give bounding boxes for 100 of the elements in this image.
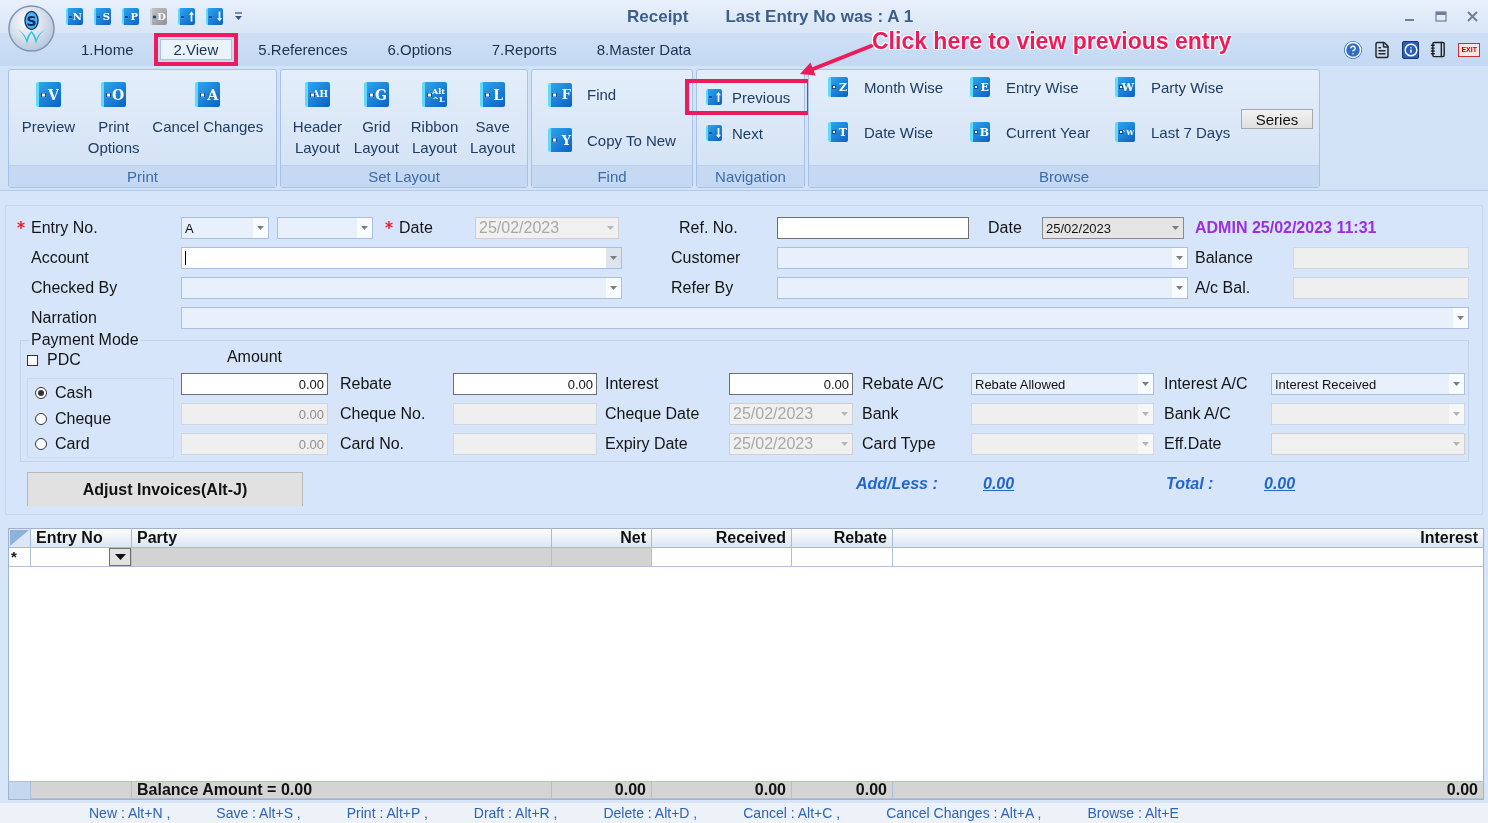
down-arrow-tile-icon[interactable] — [206, 8, 223, 25]
letter-tile-icon: Alt ^L — [422, 82, 447, 107]
dropdown-field[interactable]: A — [181, 217, 269, 239]
group-title: Find — [532, 165, 692, 187]
dropdown-arrow-icon — [257, 226, 264, 230]
letter-tile-icon: T — [828, 122, 848, 142]
shortcut-hint: Save : Alt+S , — [216, 805, 301, 821]
adjust-invoices-button[interactable]: Adjust Invoices(Alt-J) — [27, 472, 303, 506]
letter-tile-icon[interactable]: P — [122, 8, 139, 25]
dropdown-arrow-icon — [841, 442, 848, 446]
tab[interactable]: 1.Home — [61, 33, 154, 66]
dropdown-field[interactable] — [277, 217, 373, 239]
shortcut-hint: Delete : Alt+D , — [603, 805, 698, 821]
ribbon-button[interactable]: O Print Options — [87, 82, 140, 158]
radio-option[interactable]: Card — [35, 431, 90, 457]
field-label: Date — [988, 219, 1022, 237]
column-header[interactable]: Rebate — [792, 529, 893, 548]
letter-tile-icon: O — [101, 82, 127, 107]
date-field[interactable]: 25/02/2023 — [1042, 217, 1184, 239]
info-icon[interactable] — [1402, 40, 1420, 59]
letter-tile-icon[interactable]: N — [66, 8, 83, 25]
notebook-icon[interactable] — [1430, 41, 1448, 58]
ribbon-button[interactable]: L Save Layout — [470, 82, 516, 158]
letter-tile-icon[interactable]: S — [94, 8, 111, 25]
group-title: Print — [9, 165, 276, 187]
group-title: Navigation — [697, 165, 804, 187]
column-header[interactable]: Entry No — [31, 529, 132, 548]
help-icon[interactable] — [1344, 40, 1363, 59]
tab[interactable]: 7.Reports — [471, 33, 577, 66]
shortcut-hint: New : Alt+N , — [89, 805, 171, 821]
column-header[interactable]: Party — [132, 529, 552, 548]
radio-option[interactable]: Cheque — [35, 405, 112, 432]
totals-label: Total : — [1166, 475, 1215, 493]
dropdown-arrow-icon — [1176, 256, 1183, 260]
dropdown-arrow-icon — [1142, 382, 1149, 386]
letter-tile-icon: V — [35, 82, 61, 107]
dropdown-arrow-icon — [841, 412, 848, 416]
group-title: Set Layout — [281, 165, 527, 187]
letter-tile-icon: G — [363, 82, 389, 107]
column-header[interactable]: Received — [652, 529, 792, 548]
dropdown-field[interactable] — [181, 307, 1469, 329]
ribbon-button[interactable]: Z Month Wise — [828, 74, 944, 100]
input-field[interactable]: 0.00 — [181, 373, 328, 395]
dropdown-field[interactable] — [181, 277, 622, 299]
corner-triangle-icon[interactable] — [9, 529, 30, 547]
ribbon-button[interactable]: Y Copy To New — [548, 127, 676, 154]
table-cell: 0.00 — [552, 782, 652, 799]
field-label: Interest — [605, 375, 659, 393]
letter-tile-icon: E — [970, 77, 990, 97]
letter-tile-icon: F — [548, 82, 572, 107]
up-arrow-tile-icon[interactable] — [178, 8, 195, 25]
customize-dropdown-icon[interactable] — [234, 12, 243, 21]
ribbon-button[interactable]: Alt ^L Ribbon Layout — [410, 82, 459, 158]
ribbon-button[interactable]: A Cancel Changes — [152, 82, 264, 137]
input-field[interactable]: 0.00 — [729, 373, 853, 395]
field-label: Narration — [31, 309, 97, 327]
ribbon-button[interactable]: T Date Wise — [828, 119, 934, 145]
dropdown-arrow-icon — [361, 226, 368, 230]
ribbon-button[interactable]: B Current Year — [970, 119, 1091, 145]
dropdown-arrow-icon — [610, 256, 617, 260]
dropdown-field[interactable]: Interest Received — [1271, 373, 1465, 395]
field-label: Eff.Date — [1164, 435, 1222, 453]
field-label: Cheque Date — [605, 405, 700, 423]
field-label: Balance — [1195, 249, 1253, 267]
logo-icon[interactable]: S — [8, 5, 55, 52]
field-label: Rebate — [340, 375, 392, 393]
dropdown-arrow-icon — [1453, 442, 1460, 446]
ribbon-button[interactable]: W Party Wise — [1115, 74, 1224, 100]
dropdown-field[interactable] — [777, 247, 1188, 269]
ribbon-button[interactable]: V Preview — [21, 82, 76, 137]
dropdown-arrow-icon — [1172, 226, 1179, 230]
column-header[interactable]: Net — [552, 529, 652, 548]
window-title: Receipt — [627, 6, 689, 27]
dropdown-field[interactable] — [181, 247, 622, 269]
document-icon[interactable] — [1373, 40, 1392, 59]
field-label: Checked By — [31, 279, 118, 297]
ribbon-button[interactable]: G Grid Layout — [353, 82, 399, 158]
field-label: Interest A/C — [1164, 375, 1248, 393]
series-button[interactable]: Series — [1241, 109, 1313, 129]
input-field[interactable]: 0.00 — [453, 373, 597, 395]
totals-label: Add/Less : — [856, 475, 939, 493]
shortcut-hint: Browse : Alt+E — [1087, 805, 1179, 821]
tab[interactable]: 8.Master Data — [576, 33, 711, 66]
tab[interactable]: 5.References — [238, 33, 368, 66]
dropdown-button[interactable] — [109, 548, 131, 566]
input-field[interactable] — [777, 217, 969, 239]
dropdown-field[interactable]: Rebate Allowed — [971, 373, 1154, 395]
radio-option[interactable]: Cash — [35, 380, 93, 406]
totals-value: 0.00 — [1264, 475, 1296, 492]
dropdown-field[interactable] — [777, 277, 1188, 299]
field-label: Customer — [671, 249, 741, 267]
totals-value: 0.00 — [983, 475, 1015, 492]
ribbon-button[interactable]: E Entry Wise — [970, 74, 1079, 100]
ribbon-button[interactable]: F Find — [548, 81, 617, 108]
close-icon[interactable] — [1467, 11, 1478, 22]
tab[interactable]: 6.Options — [367, 33, 472, 66]
maximize-icon[interactable] — [1435, 11, 1447, 22]
checkbox-option[interactable]: PDC — [27, 350, 81, 370]
column-header[interactable]: Interest — [893, 529, 1483, 548]
field-label: Card Type — [862, 435, 936, 453]
